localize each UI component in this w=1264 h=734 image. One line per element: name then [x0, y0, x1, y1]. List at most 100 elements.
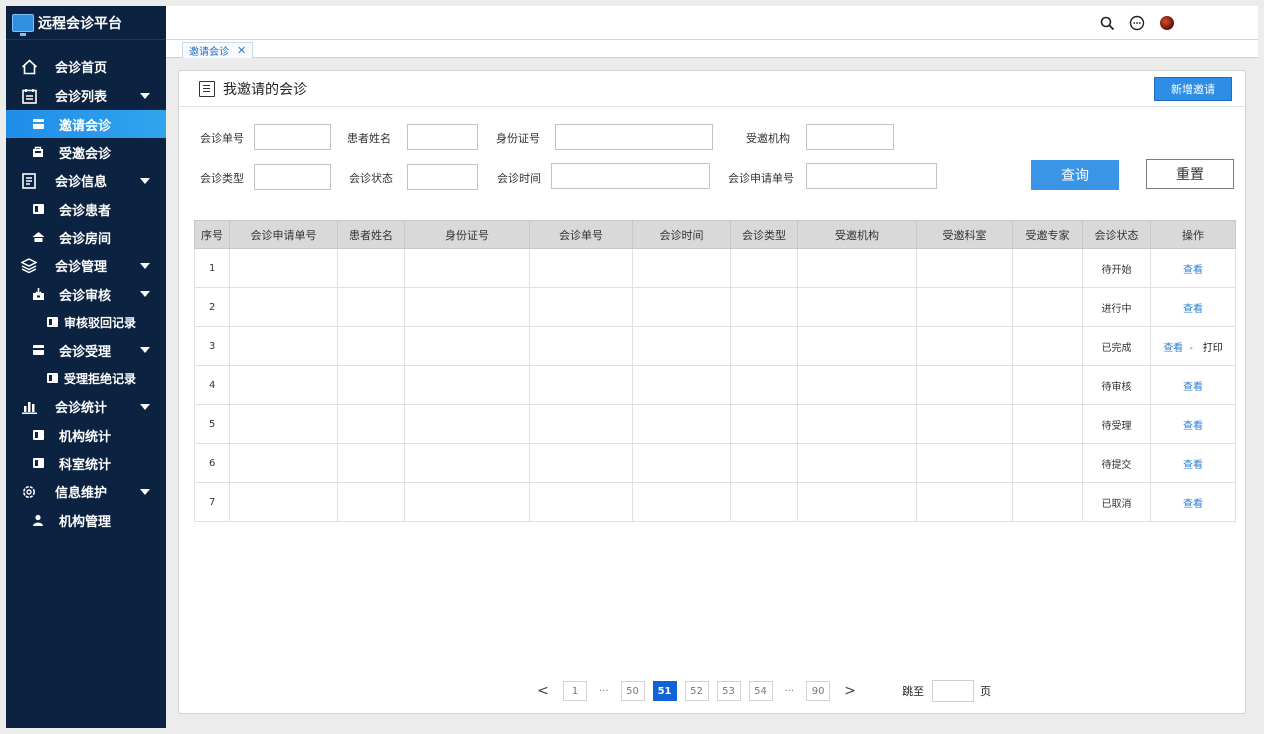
caret-down-icon — [140, 262, 150, 269]
view-link[interactable]: 查看 — [1183, 265, 1203, 276]
jump-page-input[interactable] — [932, 680, 975, 702]
reset-button[interactable]: 重置 — [1146, 159, 1234, 189]
invited-org-input[interactable] — [806, 124, 894, 150]
sidebar-item-invite-consult[interactable]: 邀请会诊 — [6, 110, 166, 138]
action-separator: - — [1189, 342, 1193, 354]
main-panel: 我邀请的会诊 新增邀请 会诊单号 患者姓名 身份证号 受邀机构 会诊类型 会诊状… — [178, 70, 1246, 714]
sidebar-item-label: 会诊统计 — [55, 401, 108, 416]
sidebar-item-consult-manage[interactable]: 会诊管理 — [6, 251, 166, 280]
print-link[interactable]: 打印 — [1203, 343, 1223, 354]
row-actions: 查看 - 打印 — [1150, 326, 1236, 366]
view-link[interactable]: 查看 — [1163, 343, 1183, 354]
page-button[interactable]: 54 — [748, 681, 773, 701]
sidebar-item-org-manage[interactable]: 机构管理 — [6, 506, 166, 534]
patient-name-input[interactable] — [407, 124, 478, 150]
table-row: 5 待受理 查看 — [194, 404, 1236, 444]
sidebar-item-dept-stats[interactable]: 科室统计 — [6, 449, 166, 477]
jump-label: 跳至 — [902, 685, 925, 698]
sidebar-item-home[interactable]: 会诊首页 — [6, 52, 166, 81]
sidebar-item-consult-info[interactable]: 会诊信息 — [6, 166, 166, 195]
sidebar-item-review-reject-record[interactable]: 审核驳回记录 — [6, 308, 166, 336]
table-row: 1 待开始 查看 — [194, 248, 1236, 288]
sidebar-item-label: 邀请会诊 — [59, 118, 112, 134]
row-status: 待审核 — [1082, 365, 1151, 405]
document-icon — [20, 172, 38, 189]
tab-invite-consult[interactable]: 邀请会诊 ✕ — [182, 42, 254, 58]
row-seq: 7 — [194, 482, 230, 522]
sidebar-item-label: 会诊房间 — [59, 231, 112, 247]
sidebar: 远程会诊平台 会诊首页 会诊列表 邀请会诊 受邀会诊 会诊信息 会诊患者 会诊房… — [6, 6, 166, 728]
page-button[interactable]: 1 — [563, 681, 587, 701]
brand: 远程会诊平台 — [6, 6, 166, 40]
sidebar-item-label: 会诊信息 — [55, 175, 108, 190]
caret-down-icon — [140, 291, 150, 297]
apply-no-input[interactable] — [806, 163, 937, 189]
message-icon[interactable] — [1128, 14, 1146, 32]
view-link[interactable]: 查看 — [1183, 421, 1203, 432]
house-icon — [31, 231, 45, 243]
sidebar-item-info-maintain[interactable]: 信息维护 — [6, 477, 166, 506]
tab-bar: 邀请会诊 ✕ — [166, 40, 1258, 58]
consult-status-input[interactable] — [407, 164, 478, 190]
sidebar-item-label: 受理拒绝记录 — [64, 371, 137, 386]
sidebar-item-consult-list[interactable]: 会诊列表 — [6, 81, 166, 110]
search-icon[interactable] — [1098, 14, 1116, 32]
user-icon — [31, 514, 45, 526]
consult-no-input[interactable] — [254, 124, 331, 150]
sidebar-item-consult-stats[interactable]: 会诊统计 — [6, 392, 166, 421]
column-header: 会诊状态 — [1082, 220, 1151, 249]
filter-form: 会诊单号 患者姓名 身份证号 受邀机构 会诊类型 会诊状态 会诊时间 会诊申请单… — [179, 107, 1245, 217]
row-seq: 3 — [194, 326, 230, 366]
column-header: 会诊申请单号 — [229, 220, 338, 249]
consult-time-input[interactable] — [551, 163, 710, 189]
sidebar-item-invited-consult[interactable]: 受邀会诊 — [6, 138, 166, 166]
row-seq: 1 — [194, 248, 230, 288]
sidebar-item-org-stats[interactable]: 机构统计 — [6, 421, 166, 449]
row-seq: 6 — [194, 443, 230, 483]
sidebar-item-label: 会诊受理 — [59, 344, 112, 360]
consult-type-input[interactable] — [254, 164, 331, 190]
view-link[interactable]: 查看 — [1183, 460, 1203, 471]
sidebar-item-consult-patient[interactable]: 会诊患者 — [6, 195, 166, 223]
id-no-input[interactable] — [555, 124, 713, 150]
next-page-button[interactable]: > — [838, 681, 863, 701]
sidebar-item-consult-room[interactable]: 会诊房间 — [6, 223, 166, 251]
page-ellipsis: ··· — [595, 681, 613, 701]
table-header-row: 序号 会诊申请单号 患者姓名 身份证号 会诊单号 会诊时间 会诊类型 受邀机构 … — [194, 220, 1236, 249]
caret-down-icon — [140, 403, 150, 410]
view-link[interactable]: 查看 — [1183, 382, 1203, 393]
page-button[interactable]: 90 — [806, 681, 831, 701]
close-icon[interactable]: ✕ — [237, 44, 246, 57]
view-link[interactable]: 查看 — [1183, 499, 1203, 510]
page-button[interactable]: 52 — [684, 681, 709, 701]
page-button[interactable]: 50 — [620, 681, 645, 701]
top-actions — [1098, 14, 1176, 32]
query-button[interactable]: 查询 — [1031, 160, 1119, 190]
row-actions: 查看 — [1150, 404, 1236, 444]
row-status: 待提交 — [1082, 443, 1151, 483]
prev-page-button[interactable]: < — [531, 681, 555, 701]
record-icon — [46, 317, 58, 327]
row-seq: 4 — [194, 365, 230, 405]
page-button-current[interactable]: 51 — [652, 681, 677, 701]
sidebar-item-accept-reject-record[interactable]: 受理拒绝记录 — [6, 364, 166, 392]
card-icon — [31, 119, 45, 129]
row-status: 待开始 — [1082, 248, 1151, 288]
sidebar-item-consult-review[interactable]: 会诊审核 — [6, 280, 166, 308]
apply-no-label: 会诊申请单号 — [728, 172, 794, 185]
column-header: 受邀专家 — [1012, 220, 1083, 249]
row-actions: 查看 — [1150, 287, 1236, 327]
sidebar-item-consult-accept[interactable]: 会诊受理 — [6, 336, 166, 364]
user-avatar-icon — [1160, 16, 1174, 30]
view-link[interactable]: 查看 — [1183, 304, 1203, 315]
home-icon — [20, 58, 38, 75]
app-title: 远程会诊平台 — [38, 15, 122, 32]
stats-icon — [31, 458, 45, 468]
new-invite-button[interactable]: 新增邀请 — [1154, 77, 1232, 101]
avatar[interactable] — [1158, 14, 1176, 32]
sidebar-item-label: 科室统计 — [59, 457, 112, 473]
page-unit-label: 页 — [980, 685, 992, 698]
page-button[interactable]: 53 — [716, 681, 741, 701]
row-actions: 查看 — [1150, 482, 1236, 522]
caret-down-icon — [140, 488, 150, 495]
